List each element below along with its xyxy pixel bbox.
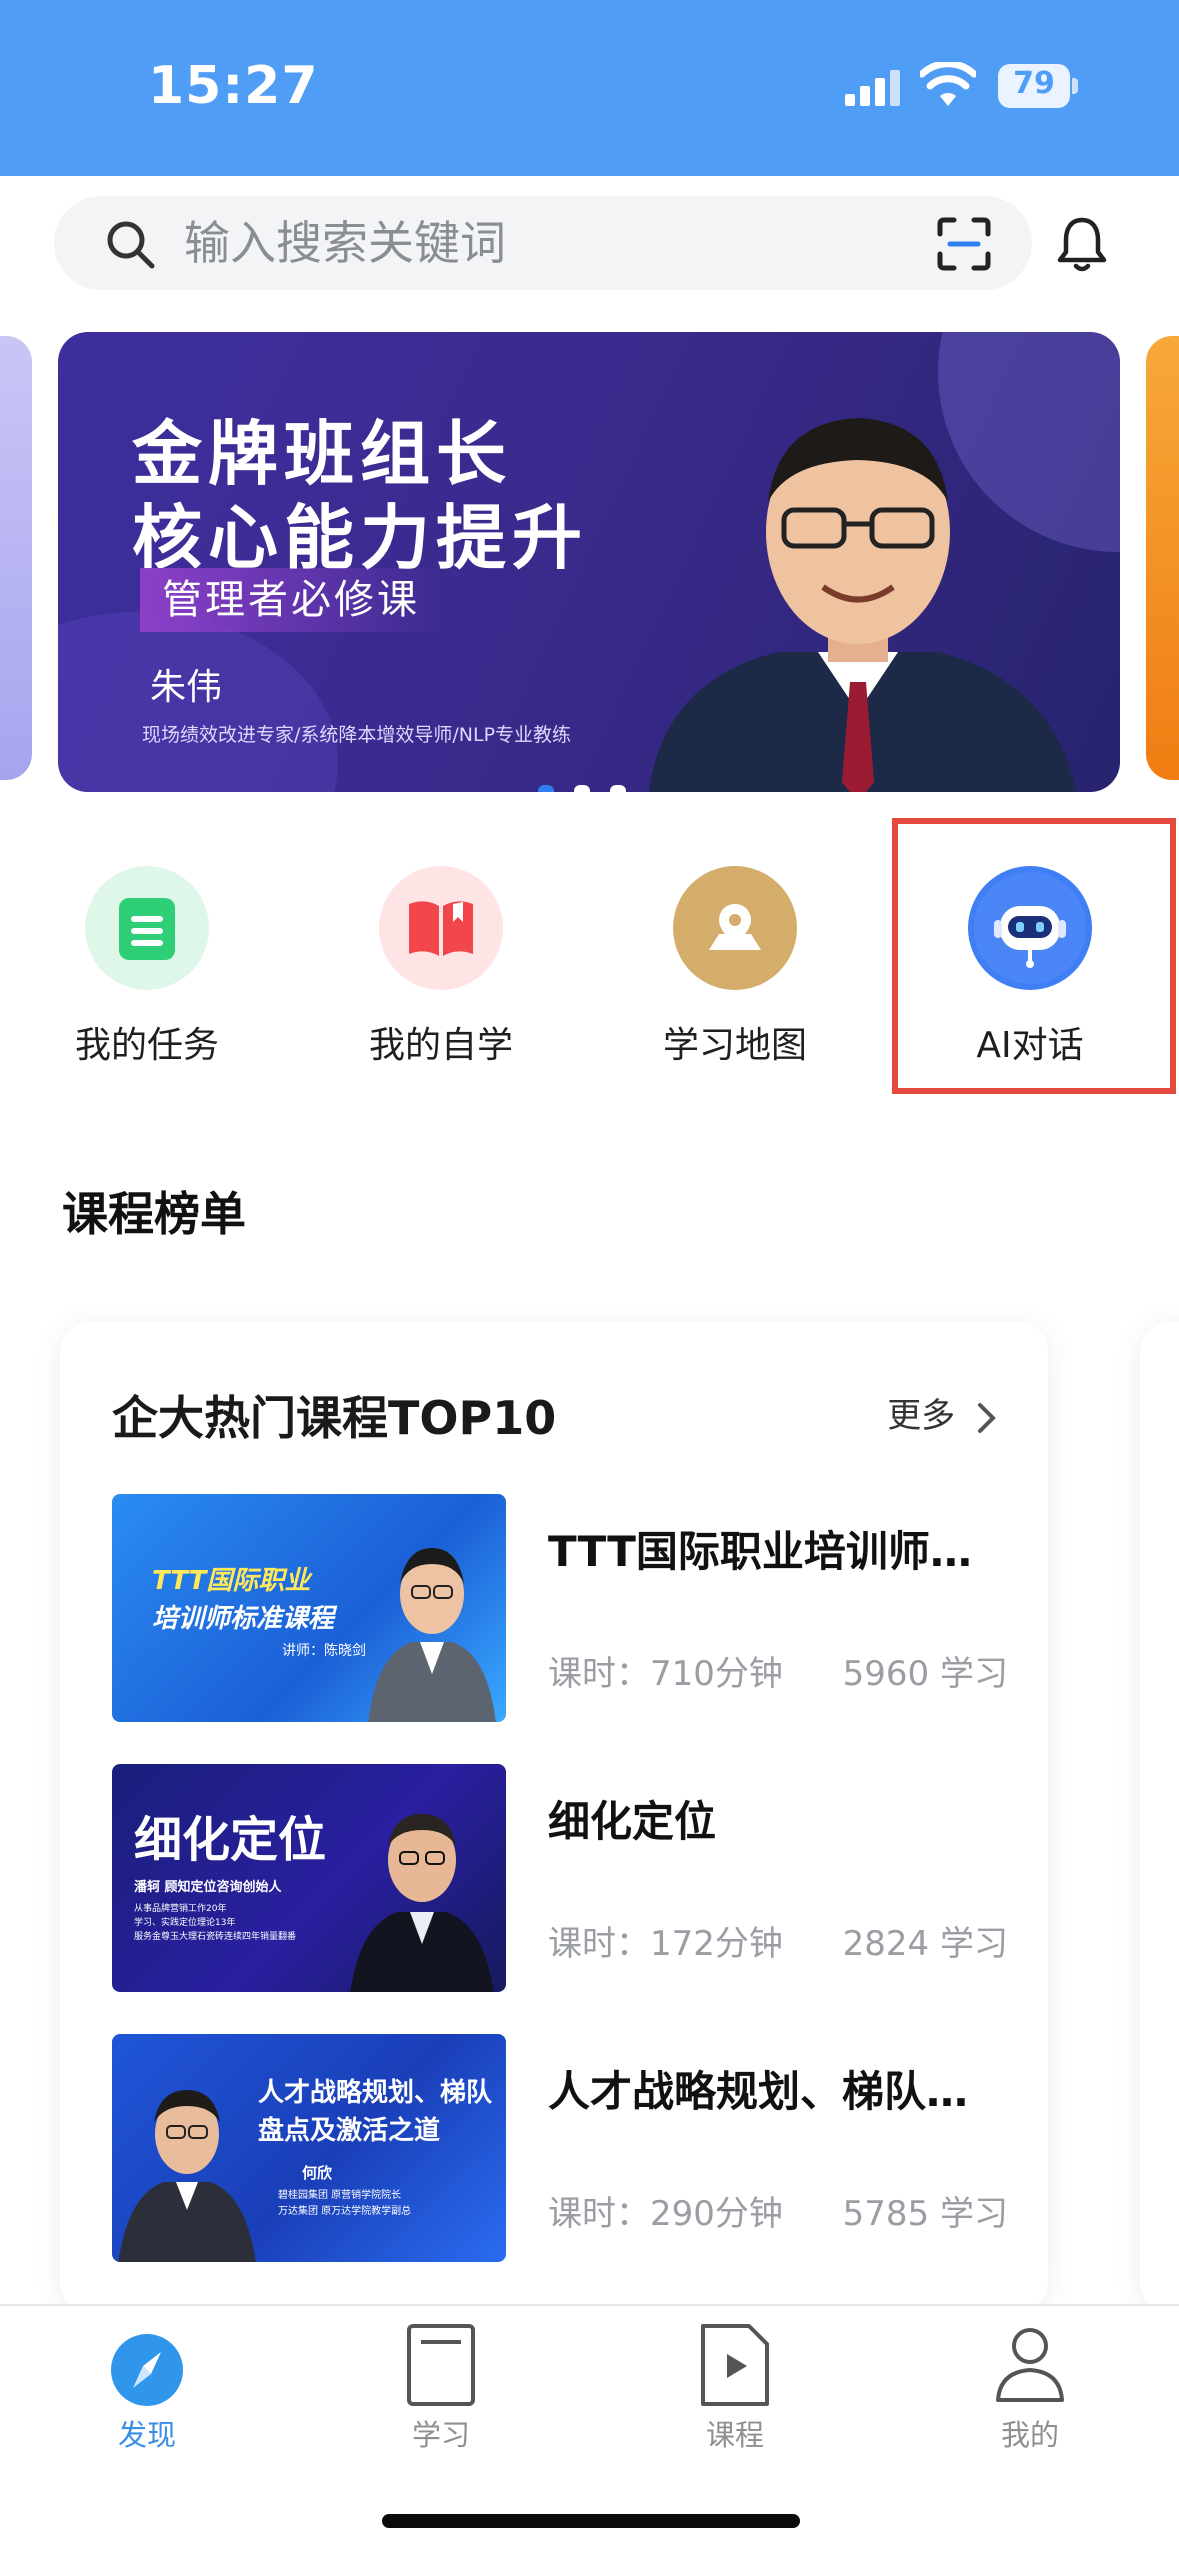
search-icon — [107, 221, 155, 269]
scan-icon[interactable] — [936, 216, 992, 272]
battery-level: 79 — [1013, 66, 1055, 101]
course-learners: 2824 学习 — [842, 1924, 1008, 1964]
entry-label: 我的任务 — [74, 1025, 219, 1066]
banner-dot — [574, 785, 590, 792]
chevron-right-icon — [978, 1402, 996, 1433]
section-title: 课程榜单 — [62, 1187, 246, 1241]
thumb-title-line2: 培训师标准课程 — [152, 1604, 335, 1634]
tab-study[interactable]: 学习 — [351, 2320, 531, 2454]
ranking-card: 企大热门课程TOP10 更多 TTT国际职业 培训师标准课程 讲师：陈晓剑 TT… — [60, 1322, 1048, 2312]
tab-label: 学习 — [411, 2418, 470, 2452]
tab-discover[interactable]: 发现 — [57, 2320, 237, 2454]
course-item[interactable]: TTT国际职业 培训师标准课程 讲师：陈晓剑 TTT国际职业培训师标准课程 课时… — [112, 1494, 1012, 1724]
notebook-icon — [407, 2324, 475, 2406]
tab-label: 发现 — [117, 2418, 176, 2452]
course-name: 细化定位 — [548, 1797, 717, 1846]
banner-dot — [610, 785, 626, 792]
status-bar: 15:27 79 — [0, 0, 1179, 176]
wifi-icon — [920, 62, 976, 106]
course-learners: 5960 学习 — [842, 1654, 1008, 1694]
course-thumbnail: 人才战略规划、梯队 盘点及激活之道 何欣 碧桂园集团 原营销学院院长 万达集团 … — [112, 2034, 506, 2262]
thumb-sub: 何欣 — [302, 2164, 333, 2182]
task-icon — [119, 898, 175, 960]
thumb-title-line2: 盘点及激活之道 — [258, 2116, 441, 2146]
banner-pagination — [538, 782, 646, 792]
course-name: 人才战略规划、梯队盘点及激活之道 — [548, 2067, 1008, 2116]
map-pin-icon — [709, 904, 761, 950]
tab-label: 课程 — [705, 2418, 764, 2452]
thumb-title-line1: 细化定位 — [134, 1812, 327, 1868]
highlight-annotation — [892, 818, 1176, 1094]
battery-icon: 79 — [998, 64, 1078, 108]
search-bar[interactable]: 输入搜索关键词 — [54, 196, 1032, 290]
home-indicator — [382, 2514, 800, 2528]
entry-learning-map[interactable]: 学习地图 — [645, 866, 825, 1068]
course-learners: 5785 学习 — [842, 2194, 1008, 2234]
status-time: 15:27 — [148, 56, 319, 116]
thumb-sub2: 碧桂园集团 原营销学院院长 万达集团 原万达学院教学副总 — [278, 2190, 412, 2217]
book-icon — [409, 901, 473, 956]
more-label: 更多 — [887, 1396, 956, 1436]
entry-my-tasks[interactable]: 我的任务 — [57, 866, 237, 1068]
banner-next-peek[interactable] — [1146, 336, 1179, 780]
next-card-peek[interactable] — [1140, 1322, 1179, 2312]
course-duration: 课时：172分钟 — [548, 1924, 783, 1964]
thumb-sub: 从事品牌营销工作20年 学习、实践定位理论13年 服务金尊玉大理石瓷砖连续四年销… — [134, 1904, 297, 1942]
course-item[interactable]: 人才战略规划、梯队 盘点及激活之道 何欣 碧桂园集团 原营销学院院长 万达集团 … — [112, 2034, 1012, 2264]
bell-icon[interactable] — [1056, 214, 1108, 274]
instructor-portrait — [368, 1548, 496, 1722]
banner-dot — [538, 785, 554, 792]
course-thumbnail: TTT国际职业 培训师标准课程 讲师：陈晓剑 — [112, 1494, 506, 1722]
course-duration: 课时：710分钟 — [548, 1654, 783, 1694]
banner-tag: 管理者必修课 — [140, 568, 442, 632]
entry-label: 我的自学 — [368, 1025, 513, 1066]
entry-my-self-study[interactable]: 我的自学 — [351, 866, 531, 1068]
speaker-portrait — [649, 418, 1077, 792]
entry-label: 学习地图 — [662, 1025, 807, 1066]
search-input[interactable]: 输入搜索关键词 — [184, 196, 506, 290]
banner-prev-peek[interactable] — [0, 336, 32, 780]
course-name: TTT国际职业培训师标准课程 — [548, 1527, 1008, 1576]
cellular-signal-icon — [845, 70, 900, 106]
banner-speaker-desc: 现场绩效改进专家/系统降本增效导师/NLP专业教练 — [142, 724, 572, 746]
card-title: 企大热门课程TOP10 — [112, 1391, 557, 1445]
user-icon — [996, 2328, 1064, 2402]
promo-banner[interactable]: 金牌班组长 核心能力提升 管理者必修课 朱伟 现场绩效改进专家/系统降本增效导师… — [58, 332, 1120, 792]
course-item[interactable]: 细化定位 潘轲 顾知定位咨询创始人 从事品牌营销工作20年 学习、实践定位理论1… — [112, 1764, 1012, 1994]
tab-label: 我的 — [1000, 2418, 1059, 2452]
course-duration: 课时：290分钟 — [548, 2194, 783, 2234]
instructor-portrait — [118, 2090, 256, 2262]
banner-speaker: 朱伟 — [150, 667, 223, 708]
thumb-title-line1: TTT国际职业 — [152, 1566, 311, 1596]
thumb-sub: 讲师：陈晓剑 — [282, 1643, 366, 1659]
thumb-title-line2: 潘轲 顾知定位咨询创始人 — [134, 1880, 282, 1895]
video-file-icon — [701, 2324, 769, 2406]
more-link[interactable]: 更多 — [887, 1388, 998, 1437]
course-thumbnail: 细化定位 潘轲 顾知定位咨询创始人 从事品牌营销工作20年 学习、实践定位理论1… — [112, 1764, 506, 1992]
tab-mine[interactable]: 我的 — [940, 2320, 1120, 2454]
instructor-portrait — [350, 1814, 494, 1992]
compass-icon — [111, 2334, 183, 2406]
thumb-title-line1: 人才战略规划、梯队 — [258, 2078, 493, 2108]
tab-courses[interactable]: 课程 — [645, 2320, 825, 2454]
